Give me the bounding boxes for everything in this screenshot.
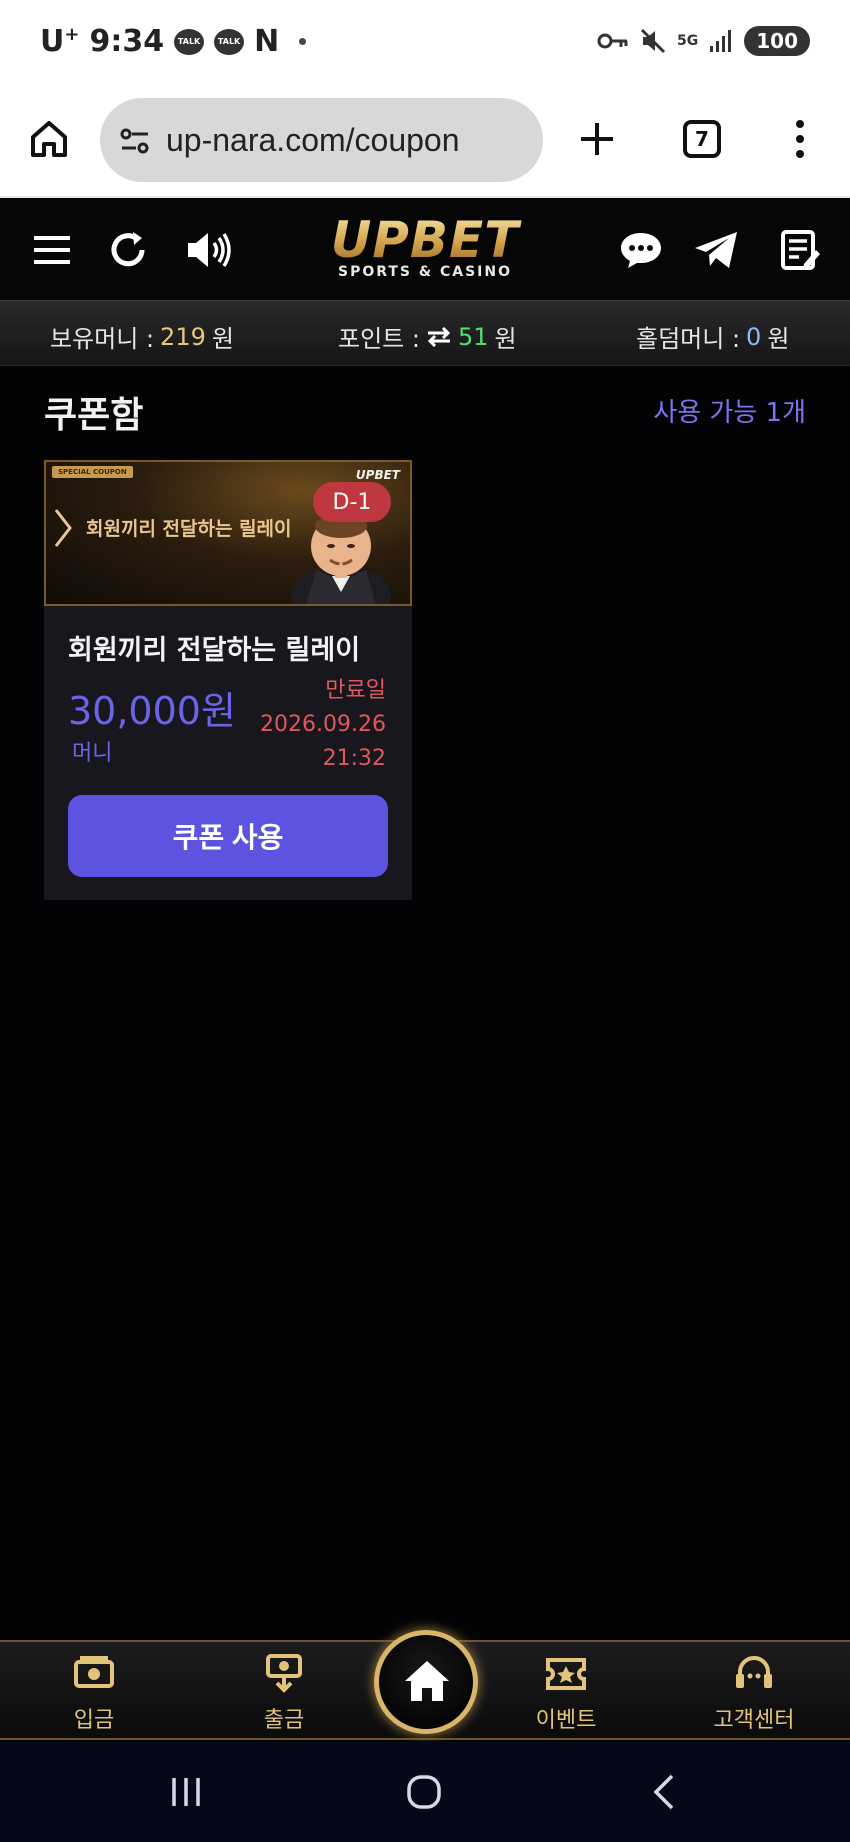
new-tab-icon[interactable] <box>576 118 618 160</box>
nav-home-button[interactable] <box>374 1630 478 1734</box>
tab-switcher-button[interactable]: 7 <box>683 120 721 158</box>
dday-badge: D-1 <box>313 482 391 522</box>
status-left: U+ 9:34 TALK TALK N <box>40 24 307 59</box>
sound-icon[interactable] <box>184 228 234 272</box>
netflix-icon: N <box>254 24 280 59</box>
back-icon[interactable] <box>644 1772 684 1812</box>
ticket-star-icon <box>546 1658 586 1690</box>
deposit-icon <box>74 1656 114 1688</box>
coupon-title: 회원끼리 전달하는 릴레이 <box>68 635 361 666</box>
nav-withdraw-label: 출금 <box>263 1708 305 1733</box>
more-notifications-dot <box>299 38 307 45</box>
logo-text: UPBET <box>300 214 550 266</box>
recent-apps-icon[interactable] <box>166 1772 206 1812</box>
coupon-banner: SPECIAL COUPON 회원끼리 전달하는 릴레이 UPBET D-1 <box>44 460 412 606</box>
exchange-icon[interactable] <box>426 326 452 348</box>
carrier: U+ <box>40 24 80 59</box>
holdem-balance: 홀덤머니 : 0 원 <box>636 319 789 354</box>
status-right: 5G 100 <box>597 26 810 56</box>
money-label: 보유머니 : <box>50 325 155 353</box>
url-text: up-nara.com/coupon <box>166 122 460 158</box>
android-nav-bar <box>0 1742 850 1842</box>
chat-icon[interactable] <box>618 228 664 272</box>
site-logo[interactable]: UPBET SPORTS & CASINO <box>300 214 550 280</box>
available-count: 사용 가능 1개 <box>653 398 806 428</box>
hamburger-menu-icon[interactable] <box>30 228 74 272</box>
clock: 9:34 <box>89 24 165 59</box>
coupon-unit: 머니 <box>72 741 113 766</box>
battery-indicator: 100 <box>744 26 810 56</box>
withdraw-icon <box>266 1654 302 1693</box>
coupon-amount: 30,000원 <box>68 689 236 733</box>
coupon-card: SPECIAL COUPON 회원끼리 전달하는 릴레이 UPBET D-1 회… <box>44 460 412 900</box>
balance-bar: 보유머니 : 219 원 포인트 : 51 원 홀덤머니 : 0 원 <box>0 300 850 366</box>
mute-icon <box>640 28 666 54</box>
nav-deposit[interactable]: 입금 <box>34 1654 154 1734</box>
browser-toolbar: up-nara.com/coupon 7 <box>0 88 850 198</box>
banner-headline: 회원끼리 전달하는 릴레이 <box>86 518 292 540</box>
kakaotalk-icon: TALK <box>214 28 245 55</box>
home-icon <box>405 1661 449 1701</box>
home-button-icon[interactable] <box>404 1772 444 1812</box>
address-bar[interactable]: up-nara.com/coupon <box>100 98 543 182</box>
nav-event[interactable]: 이벤트 <box>506 1654 626 1734</box>
nav-deposit-label: 입금 <box>73 1708 115 1733</box>
notes-icon[interactable] <box>778 228 822 272</box>
point-balance[interactable]: 포인트 : 51 원 <box>338 319 517 354</box>
holdem-value: 0 <box>746 322 762 351</box>
chevron-right-icon <box>54 509 72 547</box>
status-bar: U+ 9:34 TALK TALK N 5G 100 <box>0 0 850 88</box>
expiry-label: 만료일 <box>325 678 386 703</box>
home-icon[interactable] <box>28 118 70 160</box>
refresh-icon[interactable] <box>106 228 150 272</box>
nav-event-label: 이벤트 <box>535 1708 597 1733</box>
more-menu-icon[interactable] <box>790 118 810 160</box>
expiry-time: 21:32 <box>322 746 386 771</box>
money-balance: 보유머니 : 219 원 <box>50 319 234 354</box>
nav-withdraw[interactable]: 출금 <box>224 1654 344 1734</box>
special-coupon-tag: SPECIAL COUPON <box>52 466 133 478</box>
nav-support[interactable]: 고객센터 <box>694 1654 814 1734</box>
kakaotalk-icon: TALK <box>174 28 205 55</box>
nav-support-label: 고객센터 <box>713 1708 795 1733</box>
site-settings-icon[interactable] <box>118 124 152 158</box>
expiry-date: 2026.09.26 <box>260 712 386 737</box>
signal-icon <box>710 30 732 52</box>
vpn-key-icon <box>597 33 628 49</box>
holdem-label: 홀덤머니 : <box>636 325 741 353</box>
point-unit: 원 <box>494 325 517 353</box>
money-value: 219 <box>160 322 206 351</box>
network-type: 5G <box>677 33 699 49</box>
holdem-unit: 원 <box>767 325 790 353</box>
site-header: UPBET SPORTS & CASINO <box>0 200 850 300</box>
screen: U+ 9:34 TALK TALK N 5G 100 up-nara.com/c… <box>0 0 850 1842</box>
headset-icon <box>736 1656 772 1688</box>
page-title: 쿠폰함 <box>44 395 144 436</box>
telegram-icon[interactable] <box>692 228 740 272</box>
point-label: 포인트 : <box>338 325 420 353</box>
point-value: 51 <box>457 322 489 351</box>
banner-brand: UPBET <box>355 468 400 482</box>
coupon-expiry: 만료일 2026.09.26 21:32 <box>260 674 386 776</box>
money-unit: 원 <box>211 325 234 353</box>
use-coupon-button[interactable]: 쿠폰 사용 <box>68 795 388 877</box>
